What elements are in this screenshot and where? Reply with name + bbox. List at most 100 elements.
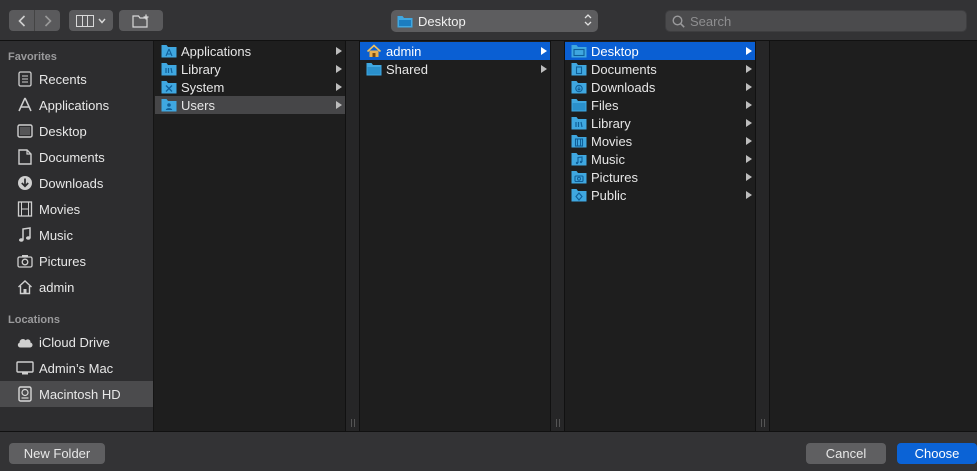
list-item-public[interactable]: Public	[565, 186, 755, 204]
pictures-folder-icon	[571, 171, 587, 184]
disclosure-arrow-icon	[336, 83, 342, 91]
disclosure-arrow-icon	[541, 47, 547, 55]
disclosure-arrow-icon	[336, 65, 342, 73]
list-item-admin[interactable]: admin	[360, 42, 550, 60]
list-item-label: Pictures	[591, 169, 638, 185]
applications-folder-icon	[161, 45, 177, 58]
list-item-desktop[interactable]: Desktop	[565, 42, 755, 60]
column-view-icon	[76, 14, 94, 27]
downloads-icon	[16, 174, 34, 192]
music-note-icon	[16, 226, 34, 244]
folder-icon	[366, 63, 382, 76]
cancel-button[interactable]: Cancel	[806, 443, 886, 464]
sidebar-item-icloud-drive[interactable]: iCloud Drive	[0, 329, 153, 355]
list-item-documents[interactable]: Documents	[565, 60, 755, 78]
list-item-users[interactable]: Users	[155, 96, 345, 114]
resize-grip-icon	[761, 419, 765, 427]
sidebar-item-macintosh-hd[interactable]: Macintosh HD	[0, 381, 153, 407]
search-icon	[672, 14, 685, 28]
list-item-system[interactable]: System	[155, 78, 345, 96]
list-item-music[interactable]: Music	[565, 150, 755, 168]
sidebar-item-movies[interactable]: Movies	[0, 196, 153, 222]
resize-grip-icon	[556, 419, 560, 427]
sidebar-item-admins-mac[interactable]: Admin’s Mac	[0, 355, 153, 381]
disclosure-arrow-icon	[746, 101, 752, 109]
list-item-label: Library	[591, 115, 631, 131]
sidebar-item-label: Downloads	[39, 175, 104, 191]
disclosure-arrow-icon	[336, 101, 342, 109]
list-item-downloads[interactable]: Downloads	[565, 78, 755, 96]
disclosure-arrow-icon	[746, 173, 752, 181]
up-down-arrows-icon	[584, 14, 592, 26]
list-item-label: Public	[591, 187, 627, 203]
list-item-shared[interactable]: Shared	[360, 60, 550, 78]
sidebar-item-label: iCloud Drive	[39, 334, 110, 350]
new-folder-icon	[132, 14, 149, 28]
list-item-label: Files	[591, 97, 619, 113]
sidebar: Favorites Recents Applications Desktop D…	[0, 41, 154, 431]
folder-icon	[397, 15, 413, 27]
search-field	[665, 10, 967, 32]
sidebar-item-label: Music	[39, 227, 73, 243]
sidebar-item-pictures[interactable]: Pictures	[0, 248, 153, 274]
desktop-folder-icon	[571, 45, 587, 58]
sidebar-item-recents[interactable]: Recents	[0, 66, 153, 92]
sidebar-item-music[interactable]: Music	[0, 222, 153, 248]
desktop-icon	[16, 122, 34, 140]
back-button[interactable]	[9, 10, 34, 31]
public-folder-icon	[571, 189, 587, 202]
forward-button[interactable]	[34, 10, 60, 31]
column-resize-handle[interactable]	[755, 41, 770, 431]
disclosure-arrow-icon	[746, 119, 752, 127]
view-mode-button[interactable]	[69, 10, 113, 31]
browser-column-2: admin Shared	[360, 41, 550, 431]
list-item-library[interactable]: Library	[155, 60, 345, 78]
path-popup-label: Desktop	[418, 13, 466, 29]
cloud-icon	[16, 333, 34, 351]
sidebar-item-label: Desktop	[39, 123, 87, 139]
new-folder-toolbar-button[interactable]	[119, 10, 163, 31]
sidebar-item-label: Pictures	[39, 253, 86, 269]
library-folder-icon	[161, 63, 177, 76]
list-item-library[interactable]: Library	[565, 114, 755, 132]
disclosure-arrow-icon	[746, 83, 752, 91]
chevron-left-icon	[17, 14, 25, 27]
disclosure-arrow-icon	[746, 191, 752, 199]
sidebar-item-desktop[interactable]: Desktop	[0, 118, 153, 144]
home-folder-icon	[366, 44, 382, 57]
disclosure-arrow-icon	[746, 155, 752, 163]
chevron-down-icon	[98, 18, 106, 24]
hard-drive-icon	[16, 385, 34, 403]
navigation-buttons	[9, 10, 60, 31]
sidebar-item-label: Recents	[39, 71, 87, 87]
documents-folder-icon	[571, 63, 587, 76]
list-item-files[interactable]: Files	[565, 96, 755, 114]
sidebar-item-documents[interactable]: Documents	[0, 144, 153, 170]
column-resize-handle[interactable]	[550, 41, 565, 431]
list-item-label: Music	[591, 151, 625, 167]
list-item-label: Downloads	[591, 79, 656, 95]
column-resize-handle[interactable]	[345, 41, 360, 431]
search-input[interactable]	[690, 13, 960, 29]
disclosure-arrow-icon	[746, 65, 752, 73]
library-folder-icon	[571, 117, 587, 130]
sidebar-item-admin[interactable]: admin	[0, 274, 153, 300]
clock-icon	[16, 70, 34, 88]
sidebar-item-label: Movies	[39, 201, 81, 217]
list-item-applications[interactable]: Applications	[155, 42, 345, 60]
sidebar-item-applications[interactable]: Applications	[0, 92, 153, 118]
new-folder-button[interactable]: New Folder	[9, 443, 105, 464]
sidebar-item-downloads[interactable]: Downloads	[0, 170, 153, 196]
list-item-label: Shared	[386, 61, 428, 77]
list-item-label: admin	[386, 43, 422, 59]
list-item-pictures[interactable]: Pictures	[565, 168, 755, 186]
folder-icon	[571, 99, 587, 112]
list-item-label: Users	[181, 97, 215, 113]
choose-button[interactable]: Choose	[897, 443, 977, 464]
path-popup[interactable]: Desktop	[391, 10, 598, 32]
disclosure-arrow-icon	[336, 47, 342, 55]
sidebar-item-label: Documents	[39, 149, 105, 165]
list-item-movies[interactable]: Movies	[565, 132, 755, 150]
browser-column-1: Applications Library System Users	[155, 41, 345, 431]
sidebar-item-label: admin	[39, 279, 75, 295]
